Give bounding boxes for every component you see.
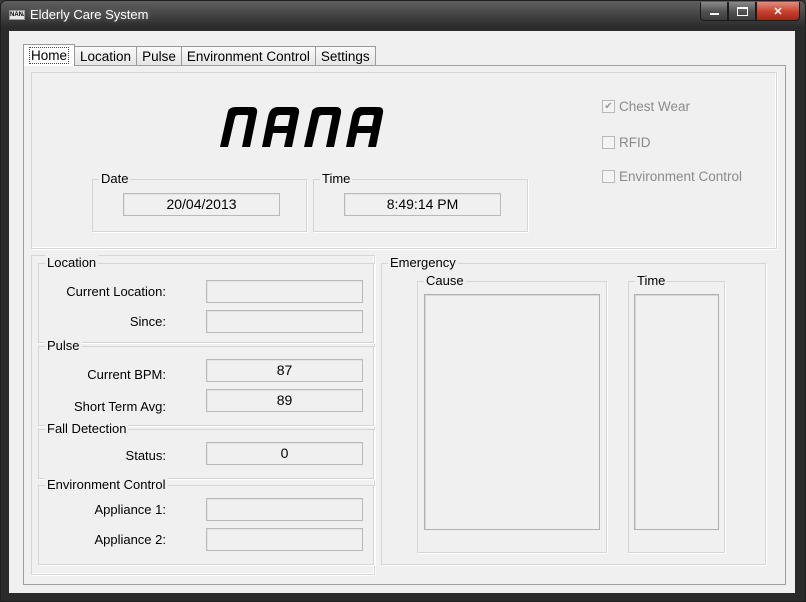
app-window: NANA Elderly Care System ✕ Home Location…: [0, 0, 806, 602]
tab-pulse[interactable]: Pulse: [136, 46, 182, 66]
pulse-group: Pulse Current BPM: 87 Short Term Avg: 89: [38, 338, 374, 426]
app-icon[interactable]: NANA: [9, 10, 25, 20]
client-area: Home Location Pulse Environment Control …: [9, 31, 795, 593]
cause-list[interactable]: [424, 294, 600, 530]
short-term-avg-field: 89: [206, 389, 363, 412]
tab-home-label: Home: [29, 47, 70, 64]
chest-wear-checkbox[interactable]: ✔ Chest Wear: [602, 99, 690, 114]
caption-buttons: ✕: [700, 2, 800, 21]
chest-wear-label: Chest Wear: [619, 99, 691, 114]
rfid-check-box: [602, 136, 615, 149]
time-field: 8:49:14 PM: [344, 193, 501, 216]
maximize-icon: [736, 6, 748, 16]
nana-logo: [220, 107, 384, 147]
pulse-group-title: Pulse: [45, 338, 82, 354]
minimize-icon: [709, 13, 719, 15]
appliance-1-field: [206, 498, 363, 521]
appliance-1-label: Appliance 1:: [94, 502, 166, 517]
tab-environment-control[interactable]: Environment Control: [180, 46, 316, 66]
emergency-group-title: Emergency: [388, 255, 458, 271]
date-field: 20/04/2013: [123, 193, 280, 216]
window-title: Elderly Care System: [30, 7, 149, 22]
fall-detection-group: Fall Detection Status: 0: [38, 421, 374, 479]
time-emergency-group: Time: [628, 273, 725, 553]
cause-group: Cause: [417, 273, 607, 553]
environment-control-checkbox[interactable]: Environment Control: [602, 169, 742, 184]
tab-location[interactable]: Location: [74, 46, 138, 66]
tab-home[interactable]: Home: [23, 44, 76, 66]
rfid-label: RFID: [619, 135, 651, 150]
time-list[interactable]: [634, 294, 719, 530]
emergency-group: Emergency Cause Time: [381, 255, 766, 565]
current-location-label: Current Location:: [66, 284, 166, 299]
date-group: Date 20/04/2013: [92, 171, 307, 232]
fall-status-label: Status:: [125, 448, 166, 463]
appliance-2-label: Appliance 2:: [94, 532, 166, 547]
maximize-button[interactable]: [728, 2, 756, 21]
current-bpm-field: 87: [206, 359, 363, 382]
current-bpm-label: Current BPM:: [87, 367, 166, 382]
home-tab-page: Date 20/04/2013 Time 8:49:14 PM ✔ Chest …: [23, 65, 786, 585]
since-label: Since:: [129, 314, 166, 329]
environment-control-group-title: Environment Control: [45, 477, 168, 493]
environment-control-check-box: [602, 170, 615, 183]
fall-detection-group-title: Fall Detection: [45, 421, 129, 437]
tab-settings[interactable]: Settings: [314, 46, 376, 66]
rfid-checkbox[interactable]: RFID: [602, 135, 651, 150]
current-location-field: [206, 280, 363, 303]
date-group-title: Date: [99, 171, 131, 187]
short-term-avg-label: Short Term Avg:: [73, 399, 166, 414]
since-field: [206, 310, 363, 333]
time-emergency-group-title: Time: [635, 273, 668, 289]
close-button[interactable]: ✕: [756, 2, 800, 21]
title-bar[interactable]: NANA Elderly Care System ✕: [1, 1, 805, 29]
chest-wear-check-icon: ✔: [602, 100, 615, 113]
cause-group-title: Cause: [424, 273, 466, 289]
time-group: Time 8:49:14 PM: [313, 171, 528, 232]
location-group-title: Location: [45, 255, 99, 271]
location-group: Location Current Location: Since:: [38, 255, 374, 343]
header-panel: Date 20/04/2013 Time 8:49:14 PM ✔ Chest …: [31, 72, 777, 249]
time-group-title: Time: [320, 171, 353, 187]
fall-status-field: 0: [206, 442, 363, 465]
appliance-2-field: [206, 528, 363, 551]
close-icon: ✕: [773, 5, 783, 18]
environment-control-label: Environment Control: [619, 169, 743, 184]
tab-strip: Home Location Pulse Environment Control …: [23, 44, 376, 66]
environment-control-group: Environment Control Appliance 1: Applian…: [38, 477, 374, 565]
minimize-button[interactable]: [700, 2, 728, 21]
